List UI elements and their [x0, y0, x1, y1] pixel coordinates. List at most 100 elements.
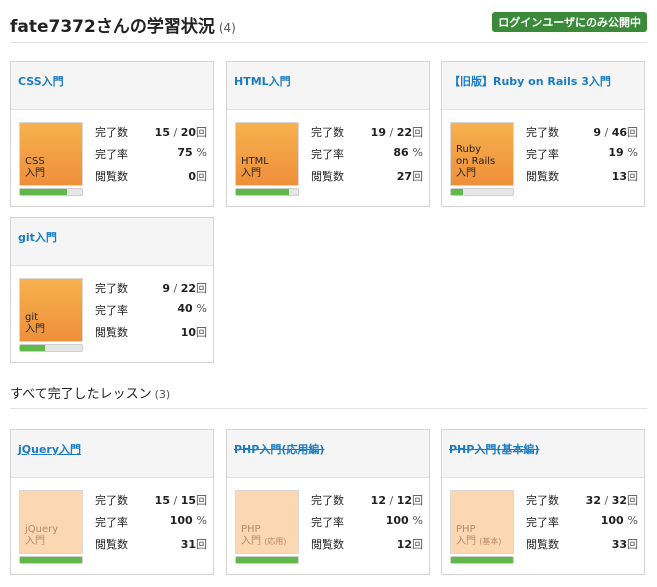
completed-label: 完了数 [311, 494, 344, 507]
lesson-stats: 完了数 9 / 22回 完了率 40 % 閲覧数 10回 [95, 282, 207, 339]
completed-label: 完了数 [95, 494, 128, 507]
lesson-thumbnail[interactable]: git 入門 [19, 278, 83, 342]
lesson-thumbnail[interactable]: CSS 入門 [19, 122, 83, 186]
view-count: 10 [180, 326, 196, 339]
progress-fill [451, 189, 463, 195]
rate-label: 完了率 [311, 148, 344, 161]
completion-rate: 100 [385, 514, 409, 527]
progress-bar [19, 556, 83, 564]
total-count: 46 [611, 126, 627, 139]
progress-fill [451, 557, 513, 563]
completed-label: 完了数 [311, 126, 344, 139]
completed-label: 完了数 [526, 494, 559, 507]
rate-label: 完了率 [95, 516, 128, 529]
total-count: 20 [180, 126, 196, 139]
views-label: 閲覧数 [95, 538, 128, 551]
completion-rate: 100 [600, 514, 624, 527]
rate-label: 完了率 [526, 148, 559, 161]
thumbnail-label: Ruby on Rails 入門 [456, 144, 496, 179]
completion-rate: 75 [177, 146, 193, 159]
progress-fill [236, 189, 290, 195]
completion-rate: 40 [177, 302, 193, 315]
lesson-card-php-advanced: PHP入門(応用編) PHP 入門 (応用) 完了数 12 / 12回 完了率 10… [226, 429, 430, 575]
lesson-thumbnail[interactable]: PHP 入門 (応用) [235, 490, 299, 554]
thumbnail-label: jQuery 入門 [25, 524, 59, 547]
completed-section-title: すべて完了したレッスン (3) [10, 387, 171, 402]
section-divider [10, 408, 647, 409]
lesson-stats: 完了数 15 / 15回 完了率 100 % 閲覧数 31回 [95, 494, 207, 551]
lesson-count: (4) [218, 21, 236, 35]
progress-fill [20, 345, 45, 351]
header-divider [10, 42, 647, 43]
lesson-card-php-basic: PHP入門(基本編) PHP 入門 (基本) 完了数 32 / 32回 完了率 10… [441, 429, 645, 575]
lesson-card-jquery: jQuery入門 jQuery 入門 完了数 15 / 15回 完了率 100 % … [10, 429, 214, 575]
rate-label: 完了率 [95, 304, 128, 317]
progress-bar [19, 344, 83, 352]
completed-count: 9 [593, 126, 601, 139]
completed-count: 15 [154, 494, 170, 507]
lesson-stats: 完了数 32 / 32回 完了率 100 % 閲覧数 33回 [526, 494, 638, 551]
completion-rate: 19 [608, 146, 624, 159]
completed-label: 完了数 [95, 126, 128, 139]
progress-bar [450, 556, 514, 564]
lesson-title-link[interactable]: git入門 [18, 231, 57, 244]
lesson-stats: 完了数 15 / 20回 完了率 75 % 閲覧数 0回 [95, 126, 207, 183]
lesson-card-css: CSS入門 CSS 入門 完了数 15 / 20回 完了率 75 % 閲覧数 0回 [10, 61, 214, 207]
completed-count: 15 [154, 126, 170, 139]
total-count: 15 [180, 494, 196, 507]
view-count: 12 [396, 538, 412, 551]
lesson-card-git: git入門 git 入門 完了数 9 / 22回 完了率 40 % 閲覧数 10回 [10, 217, 214, 363]
thumbnail-label: git 入門 [25, 312, 45, 335]
thumbnail-label: PHP 入門 (応用) [241, 524, 287, 547]
view-count: 13 [611, 170, 627, 183]
thumbnail-label: PHP 入門 (基本) [456, 524, 502, 547]
completion-rate: 86 [393, 146, 409, 159]
thumbnail-label: HTML 入門 [241, 156, 269, 179]
progress-fill [20, 557, 82, 563]
completed-count: 9 [162, 282, 170, 295]
page-header: fate7372さんの学習状況 (4) ログインユーザにのみ公開中 [10, 10, 647, 40]
lesson-card-html: HTML入門 HTML 入門 完了数 19 / 22回 完了率 86 % 閲覧数 27… [226, 61, 430, 207]
lesson-title-link[interactable]: PHP入門(応用編) [234, 443, 324, 456]
progress-bar [19, 188, 83, 196]
completed-label: 完了数 [526, 126, 559, 139]
completed-count: 32 [585, 494, 601, 507]
completion-rate: 100 [169, 514, 193, 527]
rate-label: 完了率 [95, 148, 128, 161]
views-label: 閲覧数 [526, 538, 559, 551]
view-count: 27 [396, 170, 412, 183]
lesson-title-link[interactable]: 【旧版】Ruby on Rails 3入門 [449, 75, 611, 88]
lesson-title-link[interactable]: jQuery入門 [18, 443, 81, 456]
lesson-thumbnail[interactable]: jQuery 入門 [19, 490, 83, 554]
progress-bar [235, 556, 299, 564]
progress-bar [450, 188, 514, 196]
total-count: 12 [396, 494, 412, 507]
lesson-stats: 完了数 9 / 46回 完了率 19 % 閲覧数 13回 [526, 126, 638, 183]
lesson-stats: 完了数 12 / 12回 完了率 100 % 閲覧数 12回 [311, 494, 423, 551]
total-count: 22 [396, 126, 412, 139]
progress-fill [20, 189, 67, 195]
lesson-thumbnail[interactable]: Ruby on Rails 入門 [450, 122, 514, 186]
rate-label: 完了率 [311, 516, 344, 529]
progress-bar [235, 188, 299, 196]
completed-count: 19 [370, 126, 386, 139]
lesson-title-link[interactable]: CSS入門 [18, 75, 64, 88]
lesson-thumbnail[interactable]: HTML 入門 [235, 122, 299, 186]
lesson-title-link[interactable]: PHP入門(基本編) [449, 443, 539, 456]
views-label: 閲覧数 [95, 326, 128, 339]
views-label: 閲覧数 [95, 170, 128, 183]
lesson-thumbnail[interactable]: PHP 入門 (基本) [450, 490, 514, 554]
progress-fill [236, 557, 298, 563]
views-label: 閲覧数 [311, 170, 344, 183]
lesson-card-rails: 【旧版】Ruby on Rails 3入門 Ruby on Rails 入門 完… [441, 61, 645, 207]
view-count: 31 [180, 538, 196, 551]
thumbnail-label: CSS 入門 [25, 156, 45, 179]
lesson-title-link[interactable]: HTML入門 [234, 75, 291, 88]
views-label: 閲覧数 [526, 170, 559, 183]
visibility-badge: ログインユーザにのみ公開中 [492, 12, 647, 32]
view-count: 0 [188, 170, 196, 183]
view-count: 33 [611, 538, 627, 551]
page-title: fate7372さんの学習状況 (4) [10, 12, 236, 37]
page-title-text: fate7372さんの学習状況 [10, 17, 215, 37]
total-count: 32 [611, 494, 627, 507]
